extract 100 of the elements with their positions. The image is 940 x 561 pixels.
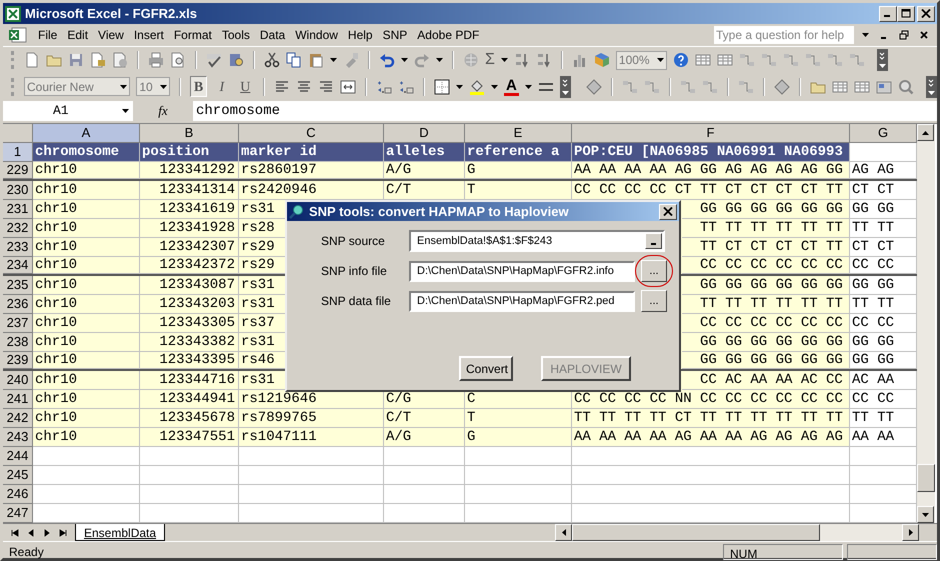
menu-item[interactable]: Insert	[128, 26, 169, 44]
table-cell: 123343382	[140, 333, 239, 352]
column-header[interactable]: A	[33, 124, 140, 143]
table-cell: GG GG	[850, 352, 917, 369]
status-text: Ready	[8, 544, 45, 560]
table-cell: AA AA	[850, 428, 917, 447]
row-header[interactable]: 238	[3, 333, 33, 352]
table-cell: TT CT CT CT CT TT	[682, 238, 850, 257]
table-cell: chr10	[33, 276, 140, 295]
row-header[interactable]: 245	[3, 466, 33, 485]
menu-item[interactable]: Adobe PDF	[412, 26, 484, 44]
menu-item[interactable]: Window	[290, 26, 343, 44]
column-header[interactable]: B	[140, 124, 239, 143]
table-cell: CC AC AA AA AC CC	[682, 371, 850, 390]
table-cell: chr10	[33, 238, 140, 257]
format-button[interactable]: I	[213, 76, 231, 97]
table-cell: chr10	[33, 390, 140, 409]
table-cell: chr10	[33, 295, 140, 314]
table-cell: T	[465, 409, 572, 428]
menu-item[interactable]: Tools	[216, 26, 255, 44]
row-header[interactable]: 231	[3, 200, 33, 219]
dialog-button[interactable]: Convert	[459, 356, 513, 381]
font-color-button[interactable]: A	[504, 78, 519, 96]
header-cell: reference a	[465, 143, 572, 162]
table-cell: A/G	[384, 428, 465, 447]
zoom-dropdown[interactable]: 100%	[616, 50, 667, 70]
table-cell: chr10	[33, 428, 140, 447]
table-cell: TT TT TT TT CT TT TT TT TT TT TT	[572, 409, 850, 428]
row-header[interactable]: 230	[3, 181, 33, 200]
table-cell: chr10	[33, 219, 140, 238]
table-cell: CC CC	[850, 390, 917, 409]
table-cell: CC CC CC CC NN CC CC CC CC CC CC	[572, 390, 850, 409]
row-header[interactable]: 246	[3, 485, 33, 504]
menu-item[interactable]: Edit	[62, 26, 94, 44]
table-cell: TT TT	[850, 219, 917, 238]
row-header[interactable]: 239	[3, 352, 33, 369]
browse-button[interactable]: ...	[641, 260, 667, 282]
file-path-field[interactable]: D:\Chen\Data\SNP\HapMap\FGFR2.ped	[409, 290, 635, 312]
row-header[interactable]: 247	[3, 504, 33, 523]
row-header[interactable]: 244	[3, 447, 33, 466]
table-cell: rs1047111	[239, 428, 384, 447]
row-header[interactable]: 233	[3, 238, 33, 257]
table-cell: GG GG GG GG GG GG	[682, 333, 850, 352]
format-button[interactable]: U	[236, 76, 254, 97]
row-header[interactable]: 1	[3, 143, 33, 162]
column-header[interactable]: G	[850, 124, 917, 143]
help-search-field[interactable]: Type a question for help	[714, 26, 854, 44]
table-cell: 123345678	[140, 409, 239, 428]
table-cell: 123343305	[140, 314, 239, 333]
row-header[interactable]: 242	[3, 409, 33, 428]
row-header[interactable]: 243	[3, 428, 33, 447]
table-cell: AA AA AA AA AG AA AA AG AG AG AG	[572, 428, 850, 447]
table-cell: chr10	[33, 314, 140, 333]
table-cell: CC CC CC CC CC CC	[682, 257, 850, 274]
row-header[interactable]: 237	[3, 314, 33, 333]
table-cell: TT TT TT TT TT TT	[682, 219, 850, 238]
table-cell: 123344941	[140, 390, 239, 409]
table-cell: chr10	[33, 162, 140, 179]
name-box[interactable]: A1	[3, 101, 133, 121]
column-header[interactable]: C	[239, 124, 384, 143]
menu-item[interactable]: Help	[342, 26, 378, 44]
table-cell: G	[465, 428, 572, 447]
table-cell: A/G	[384, 162, 465, 179]
column-header[interactable]: F	[572, 124, 850, 143]
row-header[interactable]: 232	[3, 219, 33, 238]
file-path-field[interactable]: D:\Chen\Data\SNP\HapMap\FGFR2.info	[409, 260, 635, 282]
table-cell: 123343203	[140, 295, 239, 314]
row-header[interactable]: 236	[3, 295, 33, 314]
table-cell: AG AG	[850, 162, 917, 179]
row-header[interactable]: 235	[3, 276, 33, 295]
range-field[interactable]: EnsemblData!$A$1:$F$243	[409, 230, 665, 252]
table-cell: 123343395	[140, 352, 239, 369]
function-button[interactable]: fx	[158, 101, 168, 121]
menu-item[interactable]: Data	[254, 26, 290, 44]
sheet-tab[interactable]: EnsemblData	[75, 524, 166, 541]
menu-item[interactable]: View	[93, 26, 129, 44]
menu-item[interactable]: Format	[168, 26, 217, 44]
font-dropdown[interactable]: Courier New	[24, 77, 130, 96]
font-size-dropdown[interactable]: 10	[136, 77, 170, 96]
table-cell: C/T	[384, 409, 465, 428]
format-button[interactable]: B	[190, 76, 208, 97]
column-header[interactable]: D	[384, 124, 465, 143]
table-cell: CC CC CC CC CC CC	[682, 314, 850, 333]
menu-item[interactable]: File	[33, 26, 62, 44]
table-cell: rs7899765	[239, 409, 384, 428]
row-header[interactable]: 229	[3, 162, 33, 179]
browse-button[interactable]: ...	[641, 290, 667, 312]
row-header[interactable]: 234	[3, 257, 33, 274]
column-header[interactable]: E	[465, 124, 572, 143]
table-cell: 123343087	[140, 276, 239, 295]
table-cell: rs2860197	[239, 162, 384, 179]
formula-field[interactable]: chromosome	[193, 101, 937, 121]
table-cell: chr10	[33, 409, 140, 428]
row-header[interactable]: 241	[3, 390, 33, 409]
table-cell: chr10	[33, 257, 140, 274]
table-cell: 123342372	[140, 257, 239, 274]
autosum-button[interactable]: Σ	[485, 48, 495, 72]
row-header[interactable]: 240	[3, 371, 33, 390]
table-cell: chr10	[33, 371, 140, 390]
menu-item[interactable]: SNP	[378, 26, 412, 44]
